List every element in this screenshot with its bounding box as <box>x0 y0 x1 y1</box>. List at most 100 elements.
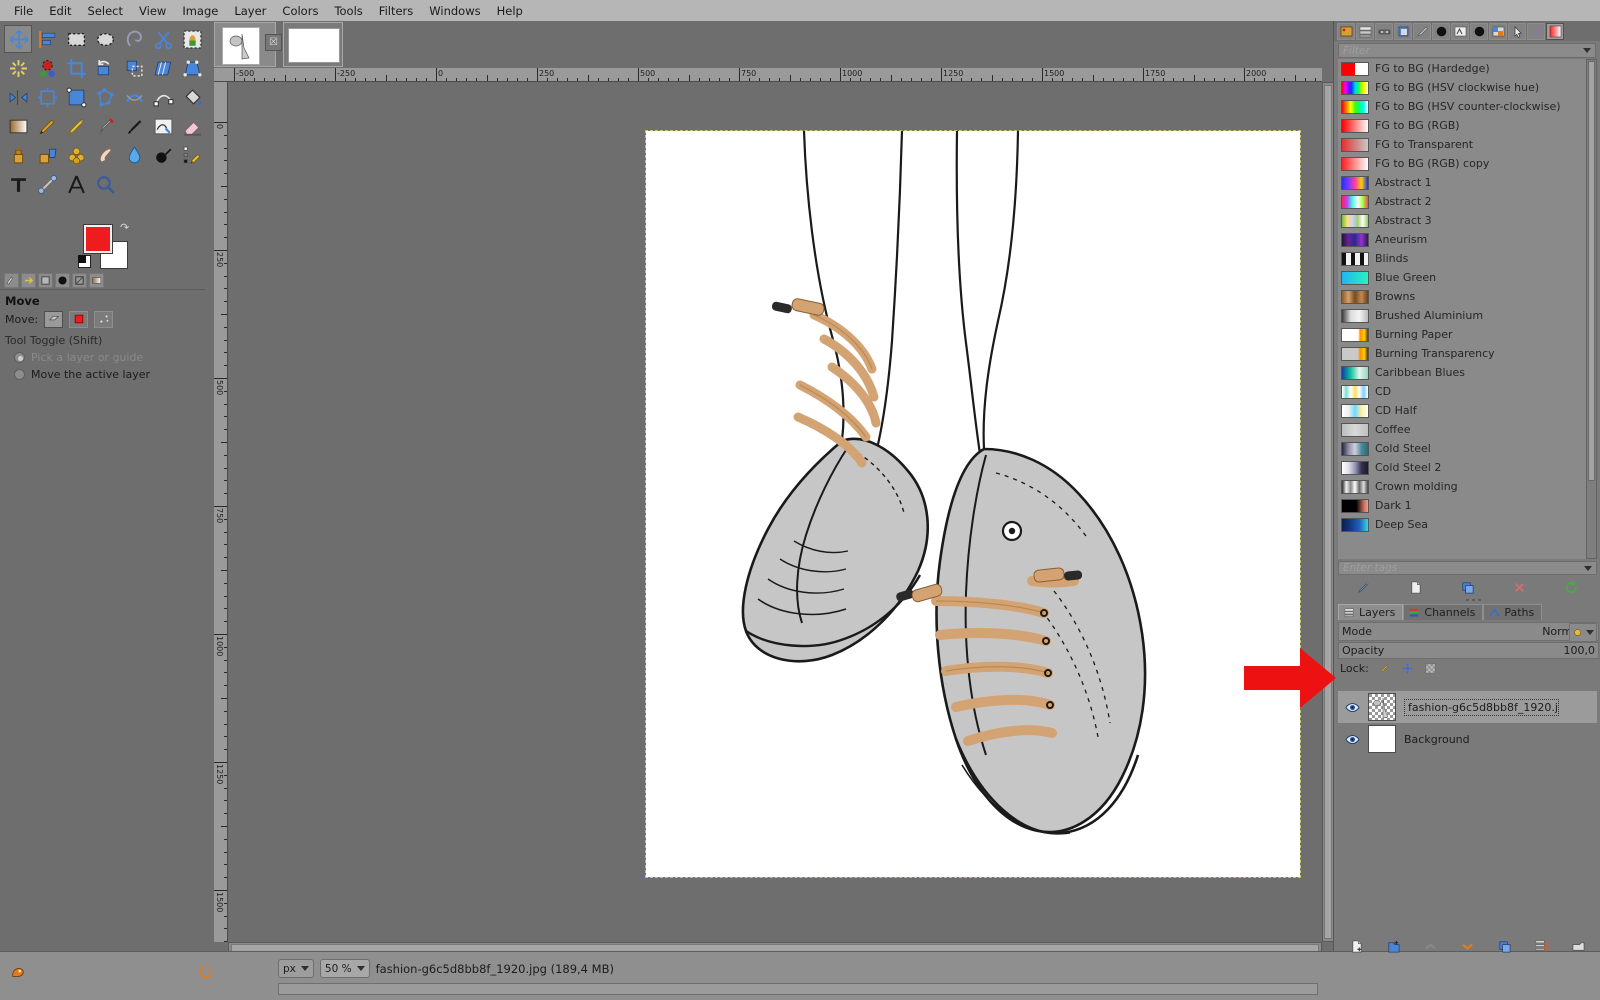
cage-transform-tool[interactable] <box>91 83 119 111</box>
gradients-tab-icon-small[interactable] <box>89 272 104 288</box>
gradient-list-item[interactable]: FG to BG (RGB) copy <box>1338 154 1586 173</box>
gradient-list-item[interactable]: Crown molding <box>1338 477 1586 496</box>
layer-visibility-eye-icon[interactable] <box>1344 699 1360 715</box>
device-status-tab-icon[interactable] <box>21 272 36 288</box>
duplicate-gradient-button[interactable] <box>1456 578 1478 596</box>
gradient-list-item[interactable]: FG to BG (Hardedge) <box>1338 59 1586 78</box>
airbrush-tool[interactable] <box>91 112 119 140</box>
chevron-down-icon[interactable] <box>1583 48 1591 53</box>
gradient-list-item[interactable]: Abstract 3 <box>1338 211 1586 230</box>
layer-name[interactable]: fashion-g6c5d8bb8f_1920.jpg <box>1404 698 1559 716</box>
scrollbar-thumb[interactable] <box>1324 85 1332 939</box>
menu-item-help[interactable]: Help <box>489 2 531 20</box>
lower-layer-button[interactable] <box>1457 936 1479 956</box>
tool-presets-tab[interactable] <box>1527 22 1545 40</box>
gradient-list-item[interactable]: Abstract 1 <box>1338 173 1586 192</box>
gradient-list-item[interactable]: Burning Paper <box>1338 325 1586 344</box>
dodge-burn-tool[interactable] <box>149 141 177 169</box>
gradient-list[interactable]: FG to BG (Hardedge) FG to BG (HSV clockwi… <box>1338 59 1586 559</box>
mypaint-brush-tool[interactable] <box>149 112 177 140</box>
gradient-list-item[interactable]: Brushed Aluminium <box>1338 306 1586 325</box>
gradient-list-item[interactable]: Abstract 2 <box>1338 192 1586 211</box>
lock-alpha-icon[interactable] <box>1423 661 1438 676</box>
layer-mode-extra-buttons[interactable] <box>1569 623 1597 642</box>
paintbrush-tool[interactable] <box>33 112 61 140</box>
zoom-select[interactable]: 50 % <box>319 959 370 978</box>
fonts-tab[interactable] <box>1451 22 1469 40</box>
ellipse-select-tool[interactable] <box>91 25 119 53</box>
gradient-list-scrollbar[interactable] <box>1586 59 1597 559</box>
lock-pixels-icon[interactable] <box>1377 661 1392 676</box>
refresh-gradients-button[interactable] <box>1560 578 1582 596</box>
swap-colors-icon[interactable]: ↷ <box>120 221 129 234</box>
raise-layer-button[interactable] <box>1420 936 1442 956</box>
patterns-tab-icon[interactable] <box>72 272 87 288</box>
move-tool[interactable] <box>4 25 32 53</box>
unified-transform-tool[interactable] <box>33 83 61 111</box>
crop-tool[interactable] <box>62 54 90 82</box>
edit-gradient-button[interactable] <box>1353 578 1375 596</box>
gradient-list-item[interactable]: Blinds <box>1338 249 1586 268</box>
layer-list[interactable]: fashion-g6c5d8bb8f_1920.jpg Background <box>1338 691 1597 901</box>
new-layer-group-button[interactable] <box>1383 936 1405 956</box>
color-picker-tool[interactable] <box>178 141 206 169</box>
rotate-tool[interactable] <box>91 54 119 82</box>
image-tab-sneakers[interactable]: ☒ <box>214 22 282 67</box>
menu-item-edit[interactable]: Edit <box>41 2 79 20</box>
brushes-tab[interactable] <box>1413 22 1431 40</box>
gradients-tab[interactable] <box>1546 22 1564 40</box>
tab-paths[interactable]: Paths <box>1483 604 1543 620</box>
blend-mode-row[interactable]: Mode Normal <box>1338 622 1599 641</box>
eraser-tool[interactable] <box>178 112 206 140</box>
menu-item-view[interactable]: View <box>131 2 174 20</box>
tool-options-tab-icon[interactable] <box>4 272 19 288</box>
vertical-ruler[interactable]: 0 250 500 750 1000 1250 1500 <box>214 82 228 942</box>
warp-transform-tool[interactable] <box>120 83 148 111</box>
image-tab-blank[interactable] <box>283 22 343 67</box>
fuzzy-select-tool[interactable] <box>4 54 32 82</box>
menu-item-tools[interactable]: Tools <box>326 2 370 20</box>
measure-tool[interactable] <box>33 170 61 198</box>
chevron-down-icon[interactable] <box>1584 565 1592 571</box>
duplicate-layer-button[interactable] <box>1494 936 1516 956</box>
gradient-tool[interactable] <box>4 112 32 140</box>
lock-position-icon[interactable] <box>1400 661 1415 676</box>
patterns-tab[interactable] <box>1432 22 1450 40</box>
rectangle-select-tool[interactable] <box>62 25 90 53</box>
pointer-tab[interactable] <box>1508 22 1526 40</box>
opacity-row[interactable]: Opacity 100,0 <box>1338 642 1599 659</box>
menu-item-layer[interactable]: Layer <box>226 2 274 20</box>
text-tool[interactable] <box>4 170 32 198</box>
paths-tool[interactable] <box>149 83 177 111</box>
move-layer-button[interactable] <box>44 310 64 328</box>
alignment-tool[interactable] <box>33 25 61 53</box>
blur-sharpen-tool[interactable] <box>120 141 148 169</box>
tab-layers[interactable]: Layers <box>1338 604 1404 620</box>
gradient-list-item[interactable]: FG to BG (RGB) <box>1338 116 1586 135</box>
free-select-tool[interactable] <box>120 25 148 53</box>
brushes-tab-icon[interactable] <box>55 272 70 288</box>
navigation-icon[interactable] <box>196 962 216 982</box>
gradient-list-item[interactable]: Browns <box>1338 287 1586 306</box>
gradient-list-item[interactable]: CD Half <box>1338 401 1586 420</box>
menu-item-image[interactable]: Image <box>174 2 226 20</box>
layer-visibility-eye-icon[interactable] <box>1344 731 1360 747</box>
undo-history-tab-icon[interactable] <box>38 272 53 288</box>
gradient-list-item[interactable]: FG to BG (HSV counter-clockwise) <box>1338 97 1586 116</box>
heal-tool[interactable] <box>62 141 90 169</box>
anchor-layer-button[interactable] <box>1531 936 1553 956</box>
pencil-tool[interactable] <box>62 112 90 140</box>
move-selection-button[interactable] <box>69 310 89 328</box>
gradient-list-item[interactable]: Burning Transparency <box>1338 344 1586 363</box>
path-edit-tool[interactable] <box>62 170 90 198</box>
gradient-list-item[interactable]: Aneurism <box>1338 230 1586 249</box>
palettes-tab[interactable] <box>1489 22 1507 40</box>
clone-tool[interactable] <box>4 141 32 169</box>
tool-options-tab[interactable] <box>1337 22 1355 40</box>
new-gradient-button[interactable] <box>1405 578 1427 596</box>
scrollbar-thumb[interactable] <box>1588 61 1595 481</box>
layer-name[interactable]: Background <box>1404 733 1470 746</box>
gradient-list-item[interactable]: Caribbean Blues <box>1338 363 1586 382</box>
menu-item-windows[interactable]: Windows <box>421 2 488 20</box>
tab-channels[interactable]: Channels <box>1403 604 1484 620</box>
